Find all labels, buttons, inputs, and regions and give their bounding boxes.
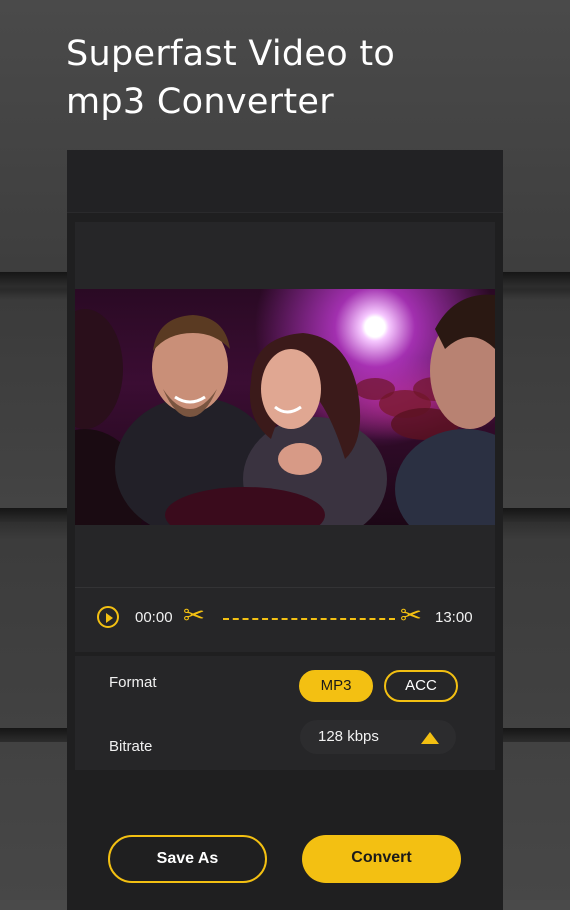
- video-preview[interactable]: [75, 289, 495, 525]
- trim-bar: 00:00 ✂ ✂ 13:00: [75, 587, 495, 640]
- video-panel: 00:00 ✂ ✂ 13:00: [75, 222, 495, 652]
- start-time: 00:00: [135, 609, 173, 626]
- convert-button[interactable]: Convert: [302, 835, 461, 883]
- bitrate-label: Bitrate: [109, 738, 153, 755]
- trim-end-scissors-icon[interactable]: ✂: [400, 602, 422, 628]
- app-top-bar: [67, 150, 503, 213]
- trim-range-line: [223, 618, 395, 620]
- headline-line-1: Superfast Video to: [66, 34, 396, 74]
- trim-start-scissors-icon[interactable]: ✂: [183, 602, 205, 628]
- save-as-button[interactable]: Save As: [108, 835, 267, 883]
- video-frame-illustration: [75, 294, 495, 525]
- end-time: 13:00: [435, 609, 473, 626]
- bitrate-dropdown[interactable]: 128 kbps: [300, 720, 456, 754]
- format-option-mp3[interactable]: MP3: [299, 670, 373, 702]
- play-icon[interactable]: [97, 606, 119, 628]
- format-option-acc[interactable]: ACC: [384, 670, 458, 702]
- bitrate-value: 128 kbps: [318, 728, 379, 745]
- format-label: Format: [109, 674, 157, 691]
- promo-headline: Superfast Video to mp3 Converter: [66, 30, 395, 126]
- headline-line-2: mp3 Converter: [66, 82, 334, 122]
- phone-screen: 00:00 ✂ ✂ 13:00 Format MP3 ACC Bitrate 1…: [67, 150, 503, 910]
- triangle-up-icon: [421, 732, 439, 744]
